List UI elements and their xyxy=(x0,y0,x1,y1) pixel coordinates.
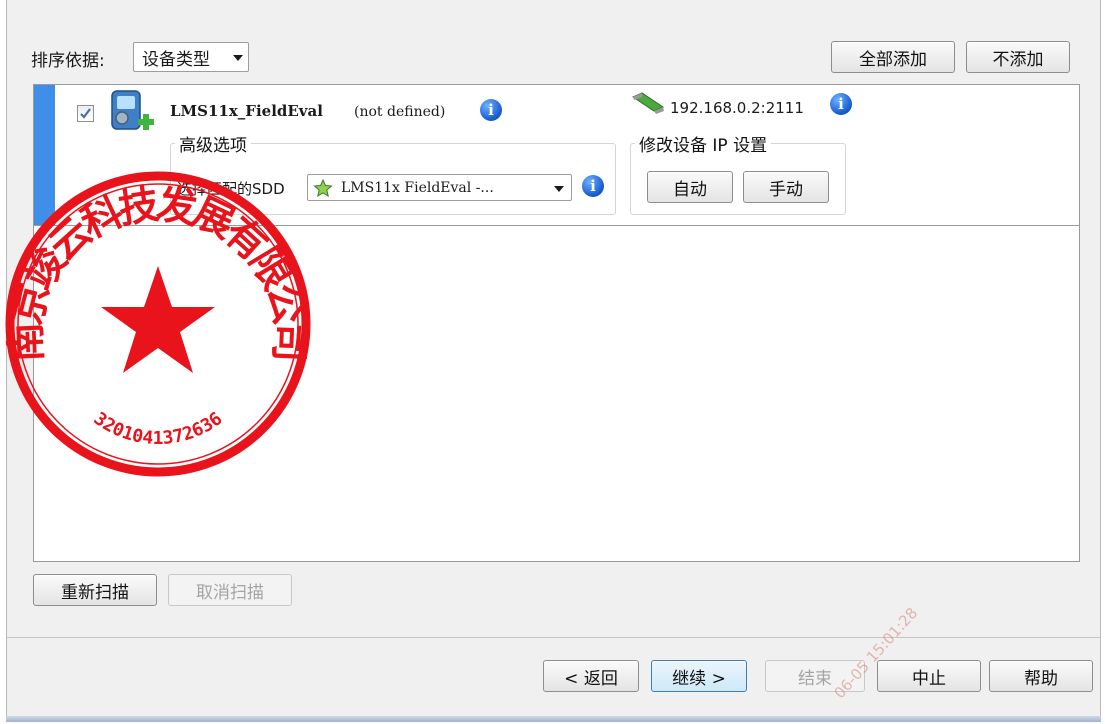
star-icon xyxy=(313,178,333,197)
device-row[interactable]: LMS11x_FieldEval (not defined) i 192.168… xyxy=(34,85,1079,226)
chevron-down-icon xyxy=(554,186,564,192)
device-checkbox[interactable] xyxy=(77,105,94,122)
sdd-label: 选择匹配的SDD xyxy=(177,180,285,198)
rescan-button[interactable]: 重新扫描 xyxy=(33,574,157,606)
sdd-dropdown[interactable]: LMS11x FieldEval -... xyxy=(307,174,572,201)
sort-dropdown[interactable]: 设备类型 xyxy=(133,42,249,72)
abort-button[interactable]: 中止 xyxy=(877,660,981,692)
checkmark-icon xyxy=(80,108,91,119)
selection-accent-bar xyxy=(34,85,55,225)
back-button[interactable]: < 返回 xyxy=(543,660,639,692)
add-none-button[interactable]: 不添加 xyxy=(966,41,1070,73)
info-icon[interactable]: i xyxy=(480,99,502,121)
ip-settings-title: 修改设备 IP 设置 xyxy=(635,131,772,156)
ip-info-icon[interactable]: i xyxy=(830,93,852,115)
device-add-icon xyxy=(111,90,154,130)
auto-ip-button[interactable]: 自动 xyxy=(647,171,733,203)
window-bottom-edge xyxy=(6,716,1101,722)
manual-ip-button[interactable]: 手动 xyxy=(743,171,829,203)
dialog-window: 排序依据: 设备类型 全部添加 不添加 LMS11x_FieldEval (no… xyxy=(6,0,1101,718)
sdd-info-icon[interactable]: i xyxy=(582,175,604,197)
device-name: LMS11x_FieldEval xyxy=(170,102,323,120)
footer-divider xyxy=(7,637,1100,638)
advanced-options-title: 高级选项 xyxy=(175,131,251,156)
network-cable-icon xyxy=(631,92,665,114)
advanced-options-group: 高级选项 选择匹配的SDD LMS11x FieldEval -... i xyxy=(170,131,616,215)
ip-settings-group: 修改设备 IP 设置 自动 手动 xyxy=(630,131,846,215)
finish-button[interactable]: 结束 xyxy=(765,660,865,692)
sdd-dropdown-value: LMS11x FieldEval -... xyxy=(341,179,494,196)
sort-dropdown-value: 设备类型 xyxy=(142,49,210,70)
device-list[interactable]: LMS11x_FieldEval (not defined) i 192.168… xyxy=(33,84,1080,562)
device-ip: 192.168.0.2:2111 xyxy=(670,99,804,117)
add-all-button[interactable]: 全部添加 xyxy=(831,41,955,73)
sort-label: 排序依据: xyxy=(31,51,105,71)
device-status: (not defined) xyxy=(354,104,446,120)
cancel-scan-button[interactable]: 取消扫描 xyxy=(168,574,292,606)
chevron-down-icon xyxy=(233,55,243,61)
help-button[interactable]: 帮助 xyxy=(989,660,1093,692)
next-button[interactable]: 继续 > xyxy=(651,660,747,692)
